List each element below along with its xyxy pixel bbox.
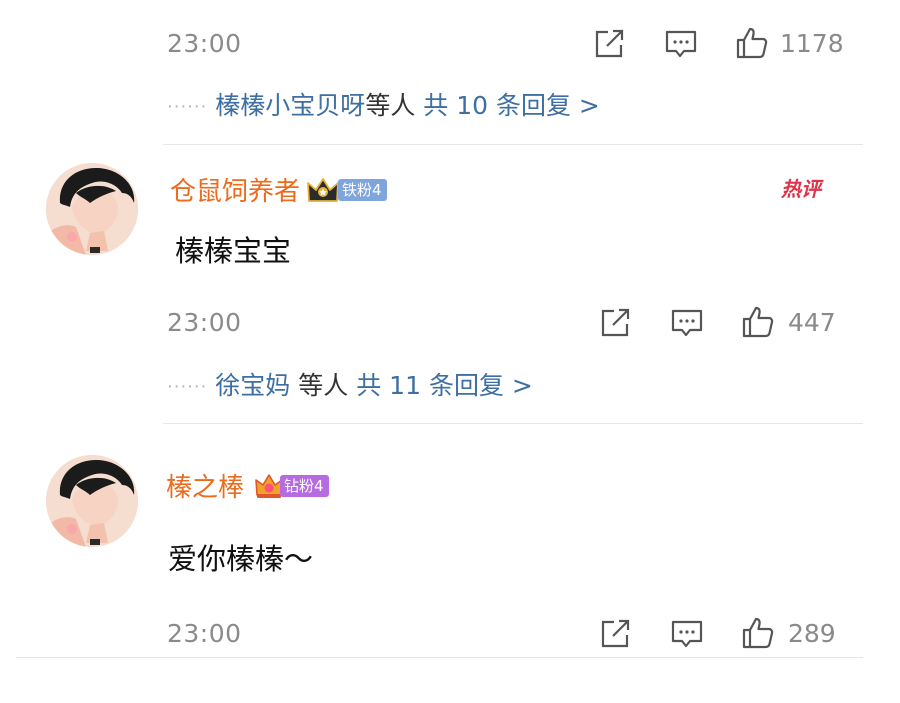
dots-icon: ······ [167,376,208,398]
username[interactable]: 仓鼠饲养者 [170,171,300,208]
reply-names[interactable]: 徐宝妈 [215,371,290,400]
username[interactable]: 榛之棒 [166,467,244,504]
comment-time: 23:00 [167,619,242,648]
comment-icon[interactable] [670,619,704,649]
reply-total-link[interactable]: 共 10 条回复 > [423,91,600,120]
share-icon[interactable] [600,308,632,338]
like-count: 289 [788,619,836,648]
divider [163,423,863,424]
reply-names[interactable]: 榛榛小宝贝呀 [215,91,365,120]
dots-icon: ······ [167,96,208,118]
reply-summary[interactable]: ······ 榛榛小宝贝呀等人 共 10 条回复 > [167,86,600,122]
reply-summary[interactable]: ······ 徐宝妈 等人 共 11 条回复 > [167,366,533,402]
comment-time: 23:00 [167,29,242,58]
divider [163,144,863,145]
like-count: 447 [788,308,836,337]
hot-comment-badge: 热评 [781,177,821,201]
reply-suffix: 等人 [298,371,349,400]
like-count: 1178 [780,29,844,58]
comment-time: 23:00 [167,308,242,337]
divider [16,657,863,658]
comment-content: 榛榛宝宝 [175,234,292,268]
crown-icon [307,177,339,202]
avatar[interactable] [46,163,138,255]
reply-total-link[interactable]: 共 11 条回复 > [356,371,533,400]
avatar[interactable] [46,455,138,547]
fan-badge: 钻粉4 [280,474,329,497]
reply-suffix: 等人 [365,91,416,120]
fan-badge: 铁粉4 [338,178,387,201]
thumbs-up-icon[interactable] [741,616,775,650]
comment-icon[interactable] [664,29,698,59]
share-icon[interactable] [594,29,626,59]
comment-content: 爱你榛榛～ [168,542,314,576]
share-icon[interactable] [600,619,632,649]
thumbs-up-icon[interactable] [741,305,775,339]
comment-icon[interactable] [670,308,704,338]
thumbs-up-icon[interactable] [735,26,769,60]
